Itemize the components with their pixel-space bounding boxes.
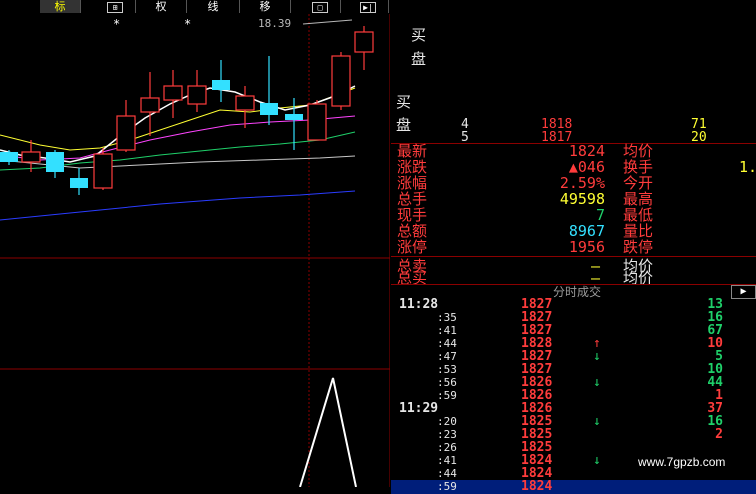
candle-body xyxy=(21,151,41,163)
ticks-header: 分时成交 ▶ xyxy=(391,284,756,299)
candle-body xyxy=(187,85,207,105)
candles xyxy=(0,26,374,195)
tick-price: 1824 xyxy=(521,479,553,494)
candle-body xyxy=(354,31,374,53)
tick-time: :47 xyxy=(437,350,457,363)
marker-star: * xyxy=(113,17,120,31)
tick-time: :56 xyxy=(437,376,457,389)
toolbar-button-play[interactable]: ▶| xyxy=(348,0,389,13)
stat-value: 1. xyxy=(739,158,756,176)
tick-row[interactable]: :35 1827 16 xyxy=(391,311,756,325)
buy-side-label: 盘 xyxy=(411,50,427,68)
tick-time: :20 xyxy=(437,415,457,428)
buy-side-label: 买 xyxy=(396,93,412,111)
tick-time: :23 xyxy=(437,428,457,441)
stat-label: 最高 xyxy=(623,190,654,208)
tick-time: 11:29 xyxy=(399,401,439,416)
tick-row[interactable]: :56 1826 ↓ 44 xyxy=(391,376,756,390)
stat-label: 总额 xyxy=(397,222,428,240)
stat-value: ▲046 xyxy=(568,158,605,176)
tick-time: :44 xyxy=(437,337,457,350)
tick-row[interactable]: :44 1824 xyxy=(391,467,756,481)
stat-value: 1824 xyxy=(568,142,605,160)
tick-row[interactable]: 11:29 1826 37 xyxy=(391,402,756,416)
toolbar-button-box[interactable]: □ xyxy=(300,0,341,13)
tick-time: :53 xyxy=(437,363,457,376)
stat-label: 涨停 xyxy=(397,238,428,256)
buy-side-label: 盘 xyxy=(396,116,412,134)
stat-label: 换手 xyxy=(623,158,654,176)
ticks-title: 分时成交 xyxy=(553,285,602,299)
toolbar-button-move[interactable]: 移 xyxy=(240,0,291,13)
tick-row[interactable]: :23 1825 2 xyxy=(391,428,756,442)
tick-row[interactable]: :26 1825 xyxy=(391,441,756,455)
price-marker-leader xyxy=(302,19,353,25)
stat-label: 均价 xyxy=(623,142,654,160)
tick-time: :59 xyxy=(437,389,457,402)
toolbar-button-line[interactable]: 线 xyxy=(187,0,240,13)
stat-label: 今开 xyxy=(623,174,654,192)
stat-label: 涨幅 xyxy=(397,174,428,192)
stat-label: 现手 xyxy=(397,206,428,224)
tick-row[interactable]: :44 1828 ↑ 10 xyxy=(391,337,756,351)
tick-time: :41 xyxy=(437,324,457,337)
watermark-text: www.7gpzb.com xyxy=(638,455,726,469)
candle-body xyxy=(285,114,303,120)
chart-toolbar: 标 ⊞ 权 线 移 □ ▶| xyxy=(0,0,390,14)
kline-chart[interactable]: * * 18.39 xyxy=(0,0,390,487)
stat-value: 8967 xyxy=(568,222,605,240)
book-mask xyxy=(428,0,756,112)
down-arrow-icon: ↓ xyxy=(593,453,601,468)
stat-label: 总手 xyxy=(397,190,428,208)
tick-time: :44 xyxy=(437,467,457,480)
candle-body xyxy=(260,103,278,115)
stat-value: 2.59% xyxy=(559,174,605,192)
candle-body xyxy=(140,97,160,113)
tick-row[interactable]: :20 1825 ↓ 16 xyxy=(391,415,756,429)
ticks-next-button[interactable]: ▶ xyxy=(731,285,756,299)
stat-value: 1956 xyxy=(568,238,605,256)
tick-row[interactable]: :59 1824 xyxy=(391,480,756,494)
candle-body xyxy=(331,55,351,107)
toolbar-button-standard[interactable]: 标 xyxy=(40,0,81,13)
tick-row[interactable]: :59 1826 1 xyxy=(391,389,756,403)
candle-body xyxy=(212,80,230,90)
candle-body xyxy=(235,95,255,111)
tick-row[interactable]: :47 1827 ↓ 5 xyxy=(391,350,756,364)
tick-time: 11:28 xyxy=(399,297,439,312)
indicator-spike xyxy=(299,377,357,487)
stat-label: 最低 xyxy=(623,206,654,224)
quote-panel: 买 盘 买 盘 4 1818 71 5 1817 20 最新 1824 均价 涨跌 ▲0… xyxy=(391,0,756,494)
candle-body xyxy=(116,115,136,151)
toolbar-button-rights[interactable]: 权 xyxy=(136,0,187,13)
tick-time: :35 xyxy=(437,311,457,324)
tick-row[interactable]: 11:28 1827 13 xyxy=(391,298,756,312)
buy-side-label: 买 xyxy=(411,26,427,44)
price-marker: 18.39 xyxy=(258,17,291,30)
stat-label: 涨跌 xyxy=(397,158,428,176)
tick-time: :59 xyxy=(437,480,457,493)
tick-volume: 2 xyxy=(715,427,723,442)
tick-time: :41 xyxy=(437,454,457,467)
ma120-line xyxy=(0,190,356,221)
marker-star: * xyxy=(184,17,191,31)
down-arrow-icon: ↓ xyxy=(593,349,601,364)
stat-label: 最新 xyxy=(397,142,428,160)
stat-label: 跌停 xyxy=(623,238,654,256)
candle-body xyxy=(46,152,64,172)
stat-value: 49598 xyxy=(559,190,605,208)
tick-row[interactable]: :41 1827 67 xyxy=(391,324,756,338)
toolbar-button-add[interactable]: ⊞ xyxy=(95,0,136,13)
candle-body xyxy=(307,103,327,141)
candle-body xyxy=(70,178,88,188)
stat-value: 7 xyxy=(595,206,605,224)
down-arrow-icon: ↓ xyxy=(593,414,601,429)
candle-body xyxy=(0,152,18,162)
candle-body xyxy=(163,85,183,101)
tick-time: :26 xyxy=(437,441,457,454)
stat-label: 量比 xyxy=(623,222,654,240)
candle-body xyxy=(93,153,113,189)
tick-row[interactable]: :53 1827 10 xyxy=(391,363,756,377)
down-arrow-icon: ↓ xyxy=(593,375,601,390)
